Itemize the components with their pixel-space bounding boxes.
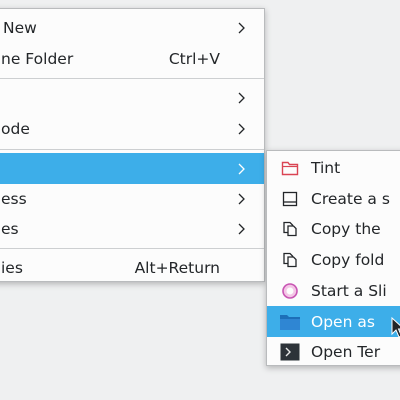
context-menu: New ne Folder Ctrl+V ode ess es ies Alt+… xyxy=(0,8,265,282)
menu-item-access[interactable]: ess xyxy=(0,184,264,214)
copy-icon xyxy=(279,218,301,240)
menu-item-properties[interactable]: ies Alt+Return xyxy=(0,253,264,283)
chevron-right-icon xyxy=(236,122,248,136)
terminal-icon xyxy=(279,341,301,363)
menu-item-label: ode xyxy=(1,120,30,138)
chevron-right-icon xyxy=(236,162,248,176)
submenu-item-tint[interactable]: Tint xyxy=(267,153,400,183)
mouse-cursor-icon xyxy=(391,316,400,339)
menu-item-shortcut: Alt+Return xyxy=(134,259,220,277)
menu-separator xyxy=(0,248,264,249)
submenu-item-label: Open as xyxy=(311,312,375,331)
menu-item-submenu-1[interactable] xyxy=(0,83,264,113)
chevron-right-icon xyxy=(236,91,248,105)
menu-item-paste-folder[interactable]: ne Folder Ctrl+V xyxy=(0,44,264,74)
submenu-item-open-terminal[interactable]: Open Ter xyxy=(267,337,400,367)
submenu: Tint Create a s Copy the Copy fold Start… xyxy=(266,150,400,366)
menu-item-label: ies xyxy=(1,259,23,277)
chevron-right-icon xyxy=(236,222,248,236)
menu-item-new[interactable]: New xyxy=(0,13,264,43)
menu-item-label: ne Folder xyxy=(1,50,74,68)
submenu-item-start-slideshow[interactable]: Start a Sli xyxy=(267,276,400,306)
menu-separator xyxy=(0,149,264,150)
submenu-item-create[interactable]: Create a s xyxy=(267,184,400,214)
menu-separator xyxy=(0,78,264,79)
circle-icon xyxy=(279,280,301,302)
submenu-item-label: Start a Sli xyxy=(311,282,387,300)
chevron-right-icon xyxy=(236,192,248,206)
menu-item-active[interactable] xyxy=(0,153,264,184)
submenu-item-copy-folder[interactable]: Copy fold xyxy=(267,245,400,275)
menu-item-services[interactable]: es xyxy=(0,214,264,244)
submenu-item-label: Copy fold xyxy=(311,251,385,269)
submenu-item-label: Copy the xyxy=(311,220,381,238)
menu-item-mode[interactable]: ode xyxy=(0,114,264,144)
menu-item-label: es xyxy=(1,220,19,238)
menu-item-shortcut: Ctrl+V xyxy=(168,50,220,68)
submenu-item-copy-the[interactable]: Copy the xyxy=(267,214,400,244)
window-icon xyxy=(279,188,301,210)
submenu-item-label: Open Ter xyxy=(311,343,381,361)
chevron-right-icon xyxy=(236,21,248,35)
menu-item-label: New xyxy=(3,19,37,37)
submenu-item-label: Tint xyxy=(311,159,341,177)
submenu-item-label: Create a s xyxy=(311,190,390,208)
folder-outline-red-icon xyxy=(279,157,301,179)
submenu-item-open-as[interactable]: Open as xyxy=(267,306,400,337)
copy-icon xyxy=(279,249,301,271)
folder-blue-icon xyxy=(279,311,301,333)
menu-item-label: ess xyxy=(1,190,27,208)
